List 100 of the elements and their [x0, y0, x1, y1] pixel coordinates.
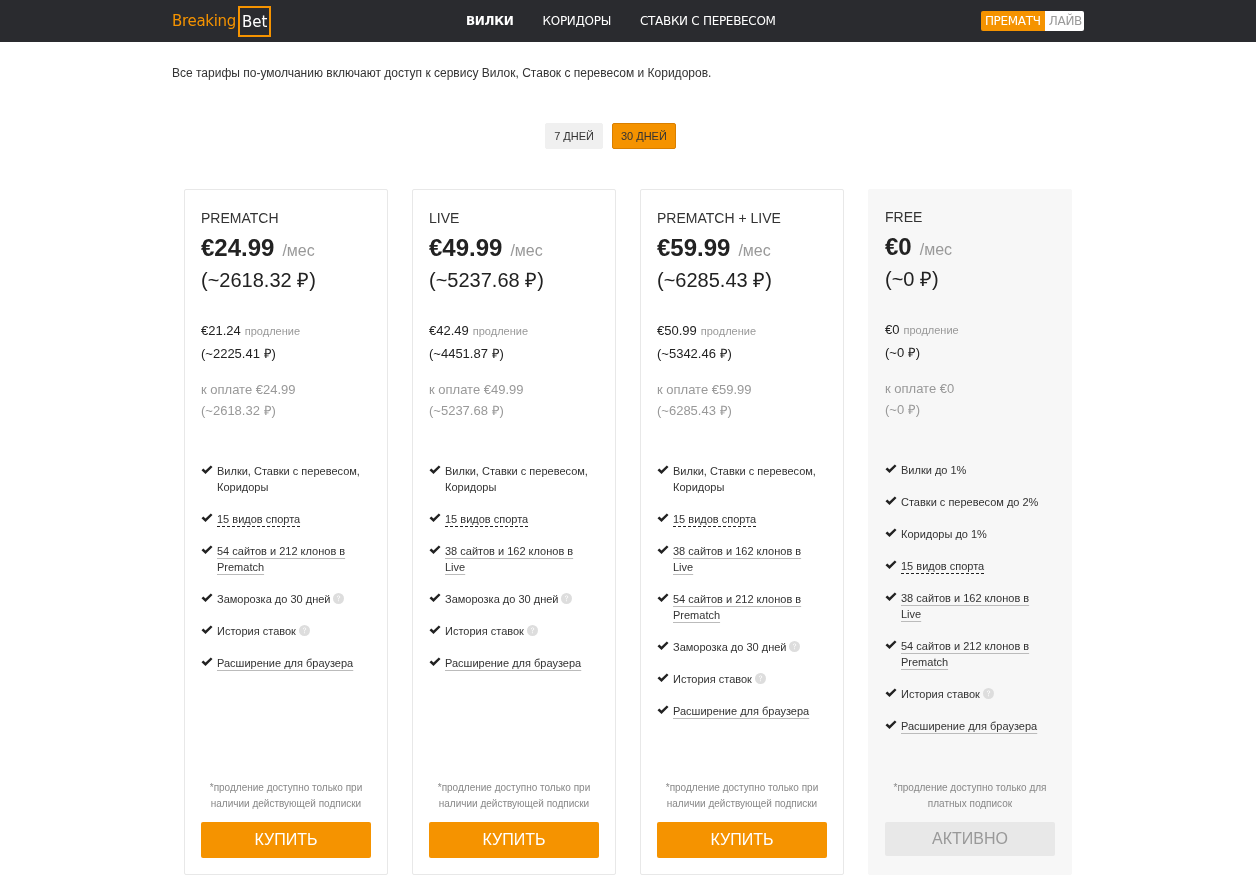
renewal-note: *продление доступно только для платных подписок [892, 781, 1048, 811]
feature-text: История ставок [445, 625, 524, 637]
price-rub: (~2618.32 ₽) [201, 268, 317, 293]
feature-link[interactable]: 38 сайтов и 162 клонов в Live [901, 590, 1041, 622]
check-icon [885, 640, 897, 650]
nav-link[interactable]: КОРИДОРЫ [542, 14, 611, 28]
check-icon [429, 545, 441, 555]
check-icon [885, 528, 897, 538]
check-icon [657, 641, 669, 651]
feature-link[interactable]: 54 сайтов и 212 клонов в Prematch [901, 638, 1041, 670]
help-icon[interactable] [754, 673, 766, 684]
price-period: /мес [738, 242, 771, 260]
sports-link[interactable]: 15 видов спорта [217, 513, 301, 525]
check-icon [201, 657, 213, 667]
nav-link[interactable]: СТАВКИ С ПЕРЕВЕСОМ [639, 14, 776, 28]
plan-price: €0 [885, 233, 912, 261]
help-icon[interactable] [982, 688, 994, 699]
to-pay-text: к оплате €0 [885, 381, 956, 396]
feature-text: Заморозка до 30 дней [217, 593, 331, 605]
renewal-label: продление [472, 325, 528, 337]
feature-link[interactable]: Расширение для браузера [217, 655, 354, 671]
feature-link[interactable]: Расширение для браузера [445, 655, 582, 671]
period-button[interactable]: 30 ДНЕЙ [611, 123, 676, 149]
renewal-rub: (~2225.41 ₽) [201, 345, 277, 362]
logo-text[interactable]: Breaking [172, 12, 237, 30]
renewal-rub: (~0 ₽) [885, 344, 922, 361]
check-icon [429, 625, 441, 635]
feature-text: История ставок [217, 625, 296, 637]
check-icon [885, 496, 897, 506]
price-rub: (~0 ₽) [885, 267, 940, 292]
price-rub: (~6285.43 ₽) [657, 268, 773, 293]
to-pay-rub: (~6285.43 ₽) [657, 402, 733, 419]
feature-link[interactable]: Расширение для браузера [673, 703, 810, 719]
feature-link[interactable]: 38 сайтов и 162 клонов в Live [445, 543, 585, 575]
renewal-label: продление [700, 325, 756, 337]
check-icon [885, 560, 897, 570]
renewal-price: €0 [885, 322, 900, 337]
feature-text: Вилки, Ставки с перевесом, Коридоры [217, 465, 360, 493]
renewal-label: продление [903, 324, 959, 336]
feature-link[interactable]: 38 сайтов и 162 клонов в Live [673, 543, 813, 575]
plan-price: €49.99 [429, 234, 503, 262]
check-icon [657, 705, 669, 715]
check-icon [657, 513, 669, 523]
check-icon [885, 688, 897, 698]
check-icon [657, 673, 669, 683]
nav-link[interactable]: ВИЛКИ [466, 14, 514, 28]
help-icon[interactable] [789, 641, 801, 652]
price-period: /мес [919, 241, 953, 259]
check-icon [885, 592, 897, 602]
check-icon [429, 593, 441, 603]
plan-price: €24.99 [201, 234, 275, 262]
check-icon [657, 465, 669, 475]
to-pay-rub: (~5237.68 ₽) [429, 402, 505, 419]
to-pay-rub: (~2618.32 ₽) [201, 402, 277, 419]
check-icon [201, 545, 213, 555]
plan-price: €59.99 [657, 234, 731, 262]
period-button[interactable]: 7 ДНЕЙ [545, 123, 603, 149]
renewal-note: *продление доступно только при наличии действующей подписки [208, 781, 364, 811]
feature-text: История ставок [901, 688, 980, 700]
check-icon [885, 464, 897, 474]
feature-text: Вилки, Ставки с перевесом, Коридоры [445, 465, 588, 493]
sports-link[interactable]: 15 видов спорта [673, 513, 757, 525]
help-icon[interactable] [526, 625, 538, 636]
check-icon [429, 465, 441, 475]
renewal-price: €42.49 [429, 323, 469, 338]
plan-name: LIVE [429, 210, 461, 226]
renewal-price: €50.99 [657, 323, 697, 338]
to-pay-text: к оплате €49.99 [429, 382, 525, 397]
to-pay-text: к оплате €24.99 [201, 382, 297, 397]
check-icon [201, 593, 213, 603]
sports-link[interactable]: 15 видов спорта [901, 560, 985, 572]
feature-link[interactable]: 54 сайтов и 212 клонов в Prematch [673, 591, 813, 623]
to-pay-text: к оплате €59.99 [657, 382, 753, 397]
feature-link[interactable]: 54 сайтов и 212 клонов в Prematch [217, 543, 357, 575]
feature-link[interactable]: Расширение для браузера [901, 718, 1038, 734]
check-icon [657, 593, 669, 603]
check-icon [429, 657, 441, 667]
renewal-label: продление [244, 325, 300, 337]
feature-text: История ставок [673, 673, 752, 685]
help-icon[interactable] [561, 593, 573, 604]
feature-text: Коридоры до 1% [901, 528, 987, 540]
renewal-note: *продление доступно только при наличии действующей подписки [664, 781, 820, 811]
logo-box[interactable]: Bet [238, 5, 272, 37]
price-period: /мес [510, 242, 543, 260]
feature-text: Ставки с перевесом до 2% [901, 496, 1039, 508]
feature-text: Заморозка до 30 дней [445, 593, 559, 605]
renewal-note: *продление доступно только при наличии действующей подписки [436, 781, 592, 811]
check-icon [201, 465, 213, 475]
help-icon[interactable] [298, 625, 310, 636]
feature-text: Вилки до 1% [901, 464, 967, 476]
check-icon [429, 513, 441, 523]
price-rub: (~5237.68 ₽) [429, 268, 545, 293]
plan-name: PREMATCH + LIVE [657, 210, 782, 226]
renewal-rub: (~4451.87 ₽) [429, 345, 505, 362]
feature-text: Заморозка до 30 дней [673, 641, 787, 653]
help-icon[interactable] [333, 593, 345, 604]
check-icon [201, 513, 213, 523]
sports-link[interactable]: 15 видов спорта [445, 513, 529, 525]
to-pay-rub: (~0 ₽) [885, 401, 922, 418]
feature-text: Вилки, Ставки с перевесом, Коридоры [673, 465, 816, 493]
